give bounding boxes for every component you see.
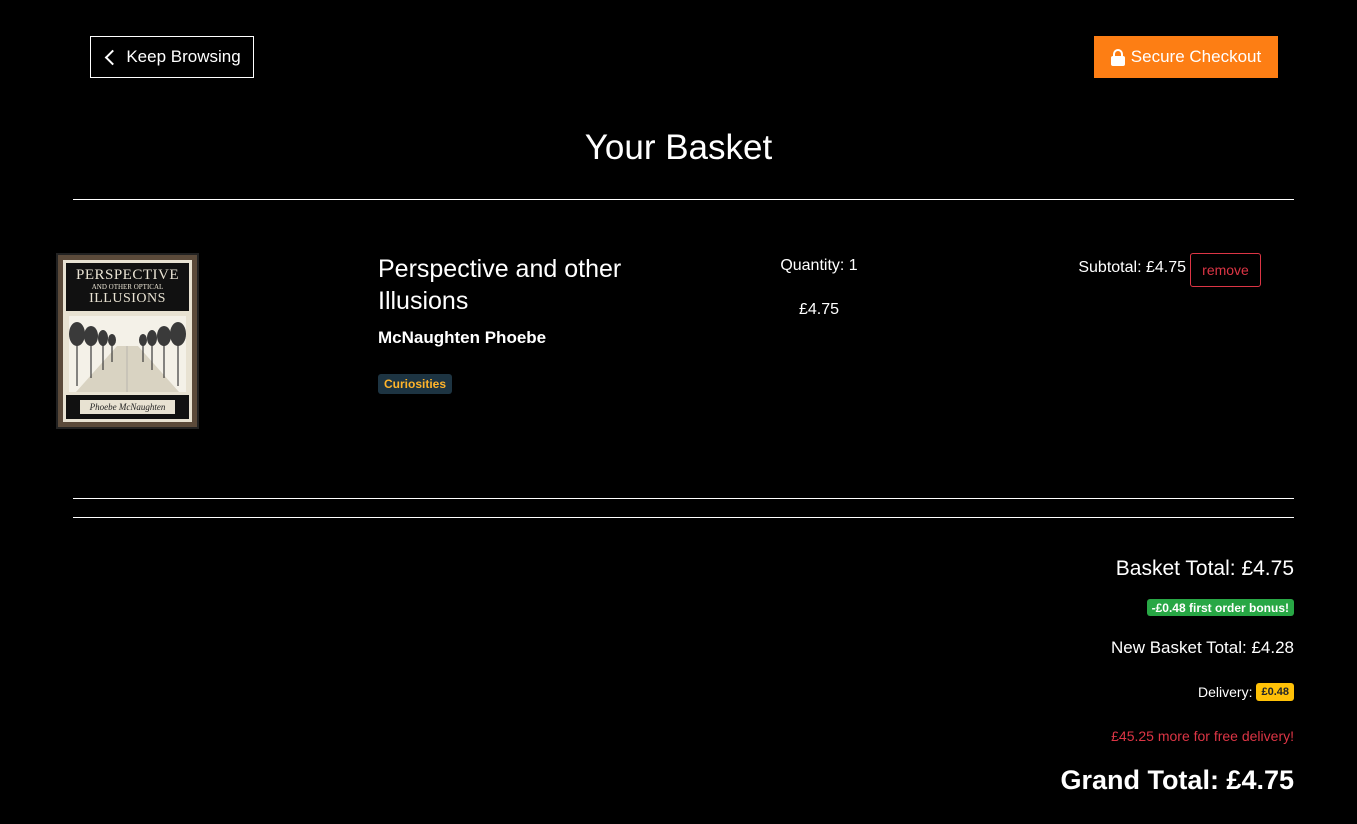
- page-title: Your Basket: [584, 128, 773, 167]
- cover-title-panel: PERSPECTIVE AND OTHER OPTICAL ILLUSIONS: [66, 263, 189, 311]
- cover-illustration: [69, 316, 186, 392]
- book-title-link[interactable]: Perspective and other Illusions: [378, 253, 678, 317]
- keep-browsing-label: Keep Browsing: [126, 47, 241, 66]
- divider-item-bottom: [73, 498, 1294, 499]
- item-unit-price: £4.75: [798, 301, 840, 318]
- cover-author-panel: Phoebe McNaughten: [66, 395, 189, 419]
- cover-title-line3: ILLUSIONS: [89, 291, 166, 306]
- keep-browsing-button[interactable]: Keep Browsing: [90, 36, 254, 78]
- book-cover-image[interactable]: PERSPECTIVE AND OTHER OPTICAL ILLUSIONS: [56, 253, 199, 429]
- item-subtotal: Subtotal: £4.75: [1078, 259, 1186, 276]
- new-basket-total: New Basket Total: £4.28: [1110, 638, 1294, 657]
- cover-title-line1: PERSPECTIVE: [75, 267, 179, 283]
- secure-checkout-button[interactable]: Secure Checkout: [1094, 36, 1278, 78]
- grand-total: Grand Total: £4.75: [1060, 765, 1294, 795]
- divider-top: [73, 199, 1294, 200]
- chevron-left-icon: [105, 49, 121, 66]
- delivery-row: Delivery: £0.48: [1198, 683, 1294, 701]
- delivery-cost-badge: £0.48: [1256, 683, 1294, 701]
- lock-icon: [1110, 48, 1125, 66]
- free-delivery-message: £45.25 more for free delivery!: [1111, 728, 1294, 744]
- secure-checkout-label: Secure Checkout: [1130, 47, 1262, 66]
- delivery-label: Delivery:: [1198, 684, 1253, 700]
- item-quantity: Quantity: 1: [780, 257, 858, 274]
- basket-total: Basket Total: £4.75: [1115, 557, 1294, 580]
- category-badge[interactable]: Curiosities: [378, 374, 453, 394]
- first-order-bonus-badge: -£0.48 first order bonus!: [1146, 599, 1294, 616]
- divider-totals-top: [73, 517, 1294, 518]
- cover-author-name: Phoebe McNaughten: [79, 400, 176, 414]
- remove-item-button[interactable]: remove: [1190, 253, 1261, 287]
- book-author: McNaughten Phoebe: [378, 328, 547, 347]
